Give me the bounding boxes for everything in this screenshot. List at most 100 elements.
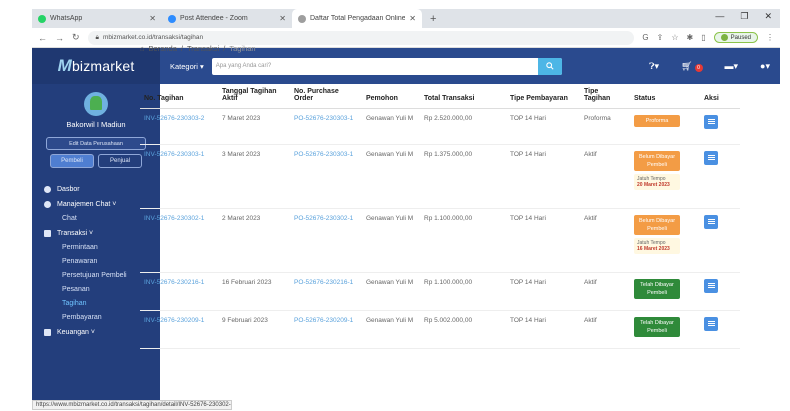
detail-button[interactable] [704, 150, 718, 165]
invoice-date: 3 Maret 2023 [218, 144, 290, 209]
invoice-link[interactable]: INV-52676-230302-1 [140, 208, 218, 273]
po-link[interactable]: PO-52676-230216-1 [290, 272, 362, 311]
due-date-value: 20 Maret 2023 [637, 181, 670, 188]
buyer-button[interactable]: Pembeli [50, 154, 94, 168]
breadcrumb-home[interactable]: Beranda [149, 44, 177, 53]
chat-icon [44, 201, 51, 208]
requester: Genawan Yuli M [362, 272, 420, 311]
avatar [720, 34, 728, 41]
dashboard-icon [44, 186, 51, 193]
total: Rp 1.100.000,00 [420, 272, 506, 311]
tab-zoom[interactable]: Post Attendee - Zoom ✕ [162, 9, 292, 28]
new-tab-button[interactable]: + [422, 9, 444, 28]
po-link[interactable]: PO-52676-230303-1 [290, 144, 362, 209]
close-window-button[interactable]: ✕ [764, 11, 772, 22]
detail-button[interactable] [704, 278, 718, 293]
table-row: INV-52676-230302-1 2 Maret 2023 PO-52676… [140, 208, 740, 273]
list-icon [707, 121, 715, 122]
table-row: INV-52676-230303-2 7 Maret 2023 PO-52676… [140, 108, 740, 145]
po-link[interactable]: PO-52676-230303-1 [290, 108, 362, 145]
sidebar-item-label: Keuangan ˅ [57, 329, 95, 336]
status-cell: Telah Dibayar Pembeli [630, 310, 700, 349]
list-icon [707, 157, 715, 158]
toolbar-icons: G ⇪ ☆ ✱ ▯ Paused ⋮ [642, 32, 774, 43]
column-header[interactable]: Tipe Tagihan [580, 60, 630, 109]
total: Rp 1.375.000,00 [420, 144, 506, 209]
sidepanel-icon[interactable]: ▯ [701, 33, 705, 42]
column-header[interactable]: No. Purchase Order [290, 60, 362, 109]
column-header[interactable]: Total Transaksi [420, 60, 506, 109]
status-cell: Belum Dibayar Pembeli Jatuh Tempo 20 Mare… [630, 144, 700, 209]
tab-mbiz[interactable]: Daftar Total Pengadaan Online ✕ [292, 9, 422, 28]
status-badge: Belum Dibayar Pembeli [634, 150, 680, 171]
whatsapp-icon [38, 14, 46, 23]
minimize-button[interactable]: — [715, 11, 724, 22]
profile-label: Paused [730, 34, 751, 41]
profile-button[interactable]: Paused [713, 32, 758, 43]
google-icon[interactable]: G [642, 33, 648, 42]
close-icon[interactable]: ✕ [409, 14, 416, 23]
invoice-date: 7 Maret 2023 [218, 108, 290, 145]
status-cell: Belum Dibayar Pembeli Jatuh Tempo 16 Mare… [630, 208, 700, 273]
account-icon[interactable]: ●▾ [760, 61, 770, 72]
table-row: INV-52676-230209-1 9 Februari 2023 PO-52… [140, 310, 740, 349]
payment-type: TOP 14 Hari [506, 208, 580, 273]
action-cell [700, 144, 740, 209]
extensions-icon[interactable]: ✱ [687, 33, 694, 42]
invoice-date: 16 Februari 2023 [218, 272, 290, 311]
tab-title: Daftar Total Pengadaan Online [310, 15, 406, 22]
detail-button[interactable] [704, 214, 718, 229]
detail-button[interactable] [704, 316, 718, 331]
invoice-link[interactable]: INV-52676-230209-1 [140, 310, 218, 349]
status-badge: Proforma [634, 114, 680, 127]
close-icon[interactable]: ✕ [279, 14, 286, 23]
table-row: INV-52676-230303-1 3 Maret 2023 PO-52676… [140, 144, 740, 209]
browser-window: WhatsApp ✕ Post Attendee - Zoom ✕ Daftar… [0, 0, 790, 411]
requester: Genawan Yuli M [362, 144, 420, 209]
action-cell [700, 272, 740, 311]
status-badge: Telah Dibayar Pembeli [634, 278, 680, 299]
detail-button[interactable] [704, 114, 718, 129]
column-header[interactable]: Tipe Pembayaran [506, 60, 580, 109]
lock-icon: 🔒︎ [95, 33, 100, 41]
home-icon[interactable]: ⌂ [140, 44, 145, 53]
column-header[interactable]: Status [630, 60, 700, 109]
action-cell [700, 108, 740, 145]
url-field[interactable]: 🔒︎ mbizmarket.co.id/transaksi/tagihan [87, 30, 635, 45]
maximize-button[interactable]: ❐ [740, 11, 748, 22]
zoom-icon [168, 14, 176, 23]
menu-icon[interactable]: ⋮ [766, 33, 774, 42]
edit-company-button[interactable]: Edit Data Perusahaan [46, 137, 146, 150]
sidebar-item-label: Dasbor [57, 186, 80, 193]
requester: Genawan Yuli M [362, 310, 420, 349]
invoice-link[interactable]: INV-52676-230303-1 [140, 144, 218, 209]
seller-button[interactable]: Penjual [98, 154, 142, 168]
window-controls: — ❐ ✕ [715, 11, 772, 22]
invoice-link[interactable]: INV-52676-230303-2 [140, 108, 218, 145]
tab-title: Post Attendee - Zoom [180, 15, 248, 22]
due-date: Jatuh Tempo 16 Maret 2023 [634, 237, 680, 254]
po-link[interactable]: PO-52676-230302-1 [290, 208, 362, 273]
close-icon[interactable]: ✕ [149, 14, 156, 23]
po-link[interactable]: PO-52676-230209-1 [290, 310, 362, 349]
reload-icon[interactable]: ↻ [72, 32, 80, 43]
breadcrumb-transaksi[interactable]: Transaksi [187, 44, 219, 53]
total: Rp 1.100.000,00 [420, 208, 506, 273]
status-badge: Telah Dibayar Pembeli [634, 316, 680, 337]
list-icon [707, 285, 715, 286]
payment-type: TOP 14 Hari [506, 310, 580, 349]
column-header[interactable]: No. Tagihan [140, 60, 218, 109]
invoice-type: Proforma [580, 108, 630, 145]
star-icon[interactable]: ☆ [671, 33, 678, 42]
back-icon[interactable]: ← [38, 33, 47, 43]
tab-whatsapp[interactable]: WhatsApp ✕ [32, 9, 162, 28]
logo-text: bizmarket [71, 58, 135, 74]
list-icon [707, 323, 715, 324]
column-header[interactable]: Pemohon [362, 60, 420, 109]
share-icon[interactable]: ⇪ [657, 33, 664, 42]
forward-icon[interactable]: → [55, 33, 64, 43]
invoice-link[interactable]: INV-52676-230216-1 [140, 272, 218, 311]
payment-type: TOP 14 Hari [506, 144, 580, 209]
invoice-type: Aktif [580, 310, 630, 349]
column-header[interactable]: Tanggal Tagihan Aktif [218, 60, 290, 109]
